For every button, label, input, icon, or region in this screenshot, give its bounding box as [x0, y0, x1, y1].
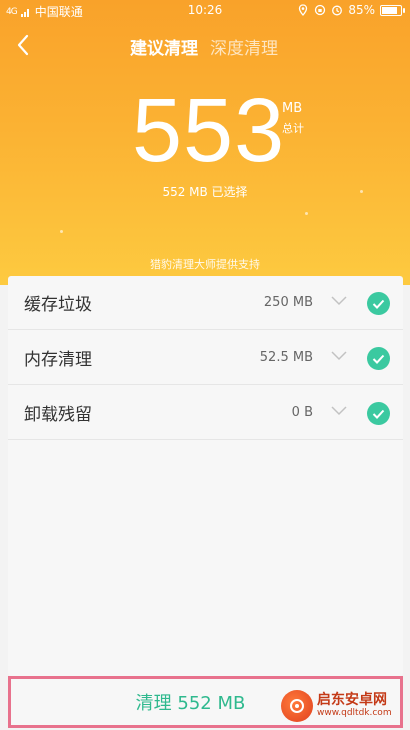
- sparkle: [60, 230, 63, 233]
- list-item[interactable]: 卸载残留 0 B: [8, 386, 403, 440]
- tab-bar: 建议清理 深度清理: [130, 34, 278, 59]
- status-bar: 4G 中国联通 10:26 85%: [0, 0, 410, 22]
- item-size: 52.5 MB: [259, 350, 313, 365]
- checkbox-checked[interactable]: [367, 347, 390, 370]
- list-item[interactable]: 内存清理 52.5 MB: [8, 331, 403, 385]
- item-label: 缓存垃圾: [24, 295, 92, 315]
- battery-icon: [380, 4, 405, 16]
- tab-deep-clean[interactable]: 深度清理: [210, 34, 278, 59]
- chevron-down-icon[interactable]: [330, 405, 348, 417]
- chevron-down-icon[interactable]: [330, 295, 348, 307]
- watermark-url: www.qdltdk.com: [317, 707, 392, 718]
- lock-rotation-icon: [315, 4, 326, 16]
- clean-button-label: 清理 552 MB: [135, 693, 246, 714]
- chevron-left-icon: [17, 34, 29, 56]
- battery-percent: 85%: [348, 3, 375, 17]
- powered-by-text: 猎豹清理大师提供支持: [150, 258, 260, 271]
- sparkle: [305, 212, 308, 215]
- selected-size-text: 552 MB 已选择: [162, 185, 248, 199]
- item-size: 0 B: [291, 405, 313, 420]
- total-label: 总计: [282, 122, 304, 135]
- list-item[interactable]: 缓存垃圾 250 MB: [8, 276, 403, 330]
- checkmark-icon: [372, 409, 385, 419]
- checkmark-icon: [372, 299, 385, 309]
- checkbox-checked[interactable]: [367, 292, 390, 315]
- location-icon: [299, 4, 308, 16]
- watermark-logo-icon: [281, 690, 313, 722]
- back-button[interactable]: [10, 32, 36, 58]
- item-size: 250 MB: [263, 295, 313, 310]
- chevron-down-icon[interactable]: [330, 350, 348, 362]
- tab-suggested-clean[interactable]: 建议清理: [130, 34, 198, 59]
- watermark: 启东安卓网 www.qdltdk.com: [281, 684, 406, 728]
- battery-fill: [382, 6, 398, 14]
- checkmark-icon: [372, 354, 385, 364]
- total-size-unit: MB: [282, 101, 303, 116]
- item-label: 内存清理: [24, 350, 92, 370]
- alarm-icon: [332, 5, 343, 16]
- checkbox-checked[interactable]: [367, 402, 390, 425]
- total-size-value: 553: [132, 81, 286, 181]
- watermark-title: 启东安卓网: [317, 692, 387, 709]
- cleanup-list: 缓存垃圾 250 MB 内存清理 52.5 MB 卸载残留 0 B: [8, 276, 403, 676]
- item-label: 卸载残留: [24, 405, 92, 425]
